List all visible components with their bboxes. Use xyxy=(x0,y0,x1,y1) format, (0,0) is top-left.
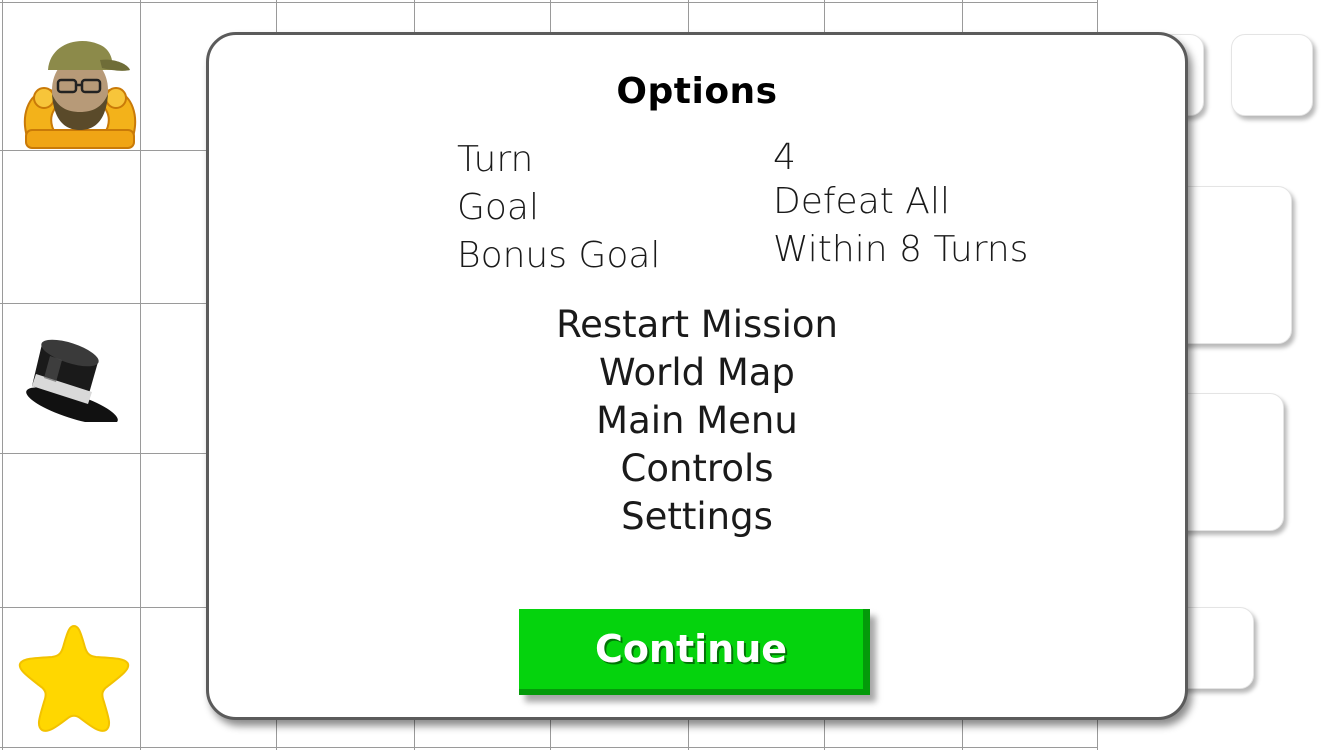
continue-button[interactable]: Continue xyxy=(519,609,870,695)
options-dialog: Options Turn 4 Goal Defeat All Bonus Goa… xyxy=(206,32,1188,720)
grid-line xyxy=(2,0,3,750)
settings-button[interactable]: Settings xyxy=(209,495,1185,538)
goal-label: Goal xyxy=(457,187,539,228)
bonus-goal-label: Bonus Goal xyxy=(457,235,661,276)
dialog-title: Options xyxy=(616,71,778,112)
main-menu-button[interactable]: Main Menu xyxy=(209,399,1185,442)
world-map-button[interactable]: World Map xyxy=(209,351,1185,394)
player-avatar[interactable] xyxy=(18,30,142,152)
restart-mission-button[interactable]: Restart Mission xyxy=(209,303,1185,346)
grid-line xyxy=(0,747,1098,748)
turn-label: Turn xyxy=(457,139,534,180)
turn-value: 4 xyxy=(773,137,796,178)
grid-line xyxy=(0,2,1098,3)
side-panel[interactable] xyxy=(1231,34,1313,116)
game-stage: Options Turn 4 Goal Defeat All Bonus Goa… xyxy=(0,0,1334,750)
controls-button[interactable]: Controls xyxy=(209,447,1185,490)
star-icon[interactable] xyxy=(16,620,132,734)
top-hat-icon[interactable] xyxy=(16,322,122,425)
bonus-goal-value: Within 8 Turns xyxy=(773,229,1029,270)
goal-value: Defeat All xyxy=(773,181,950,222)
